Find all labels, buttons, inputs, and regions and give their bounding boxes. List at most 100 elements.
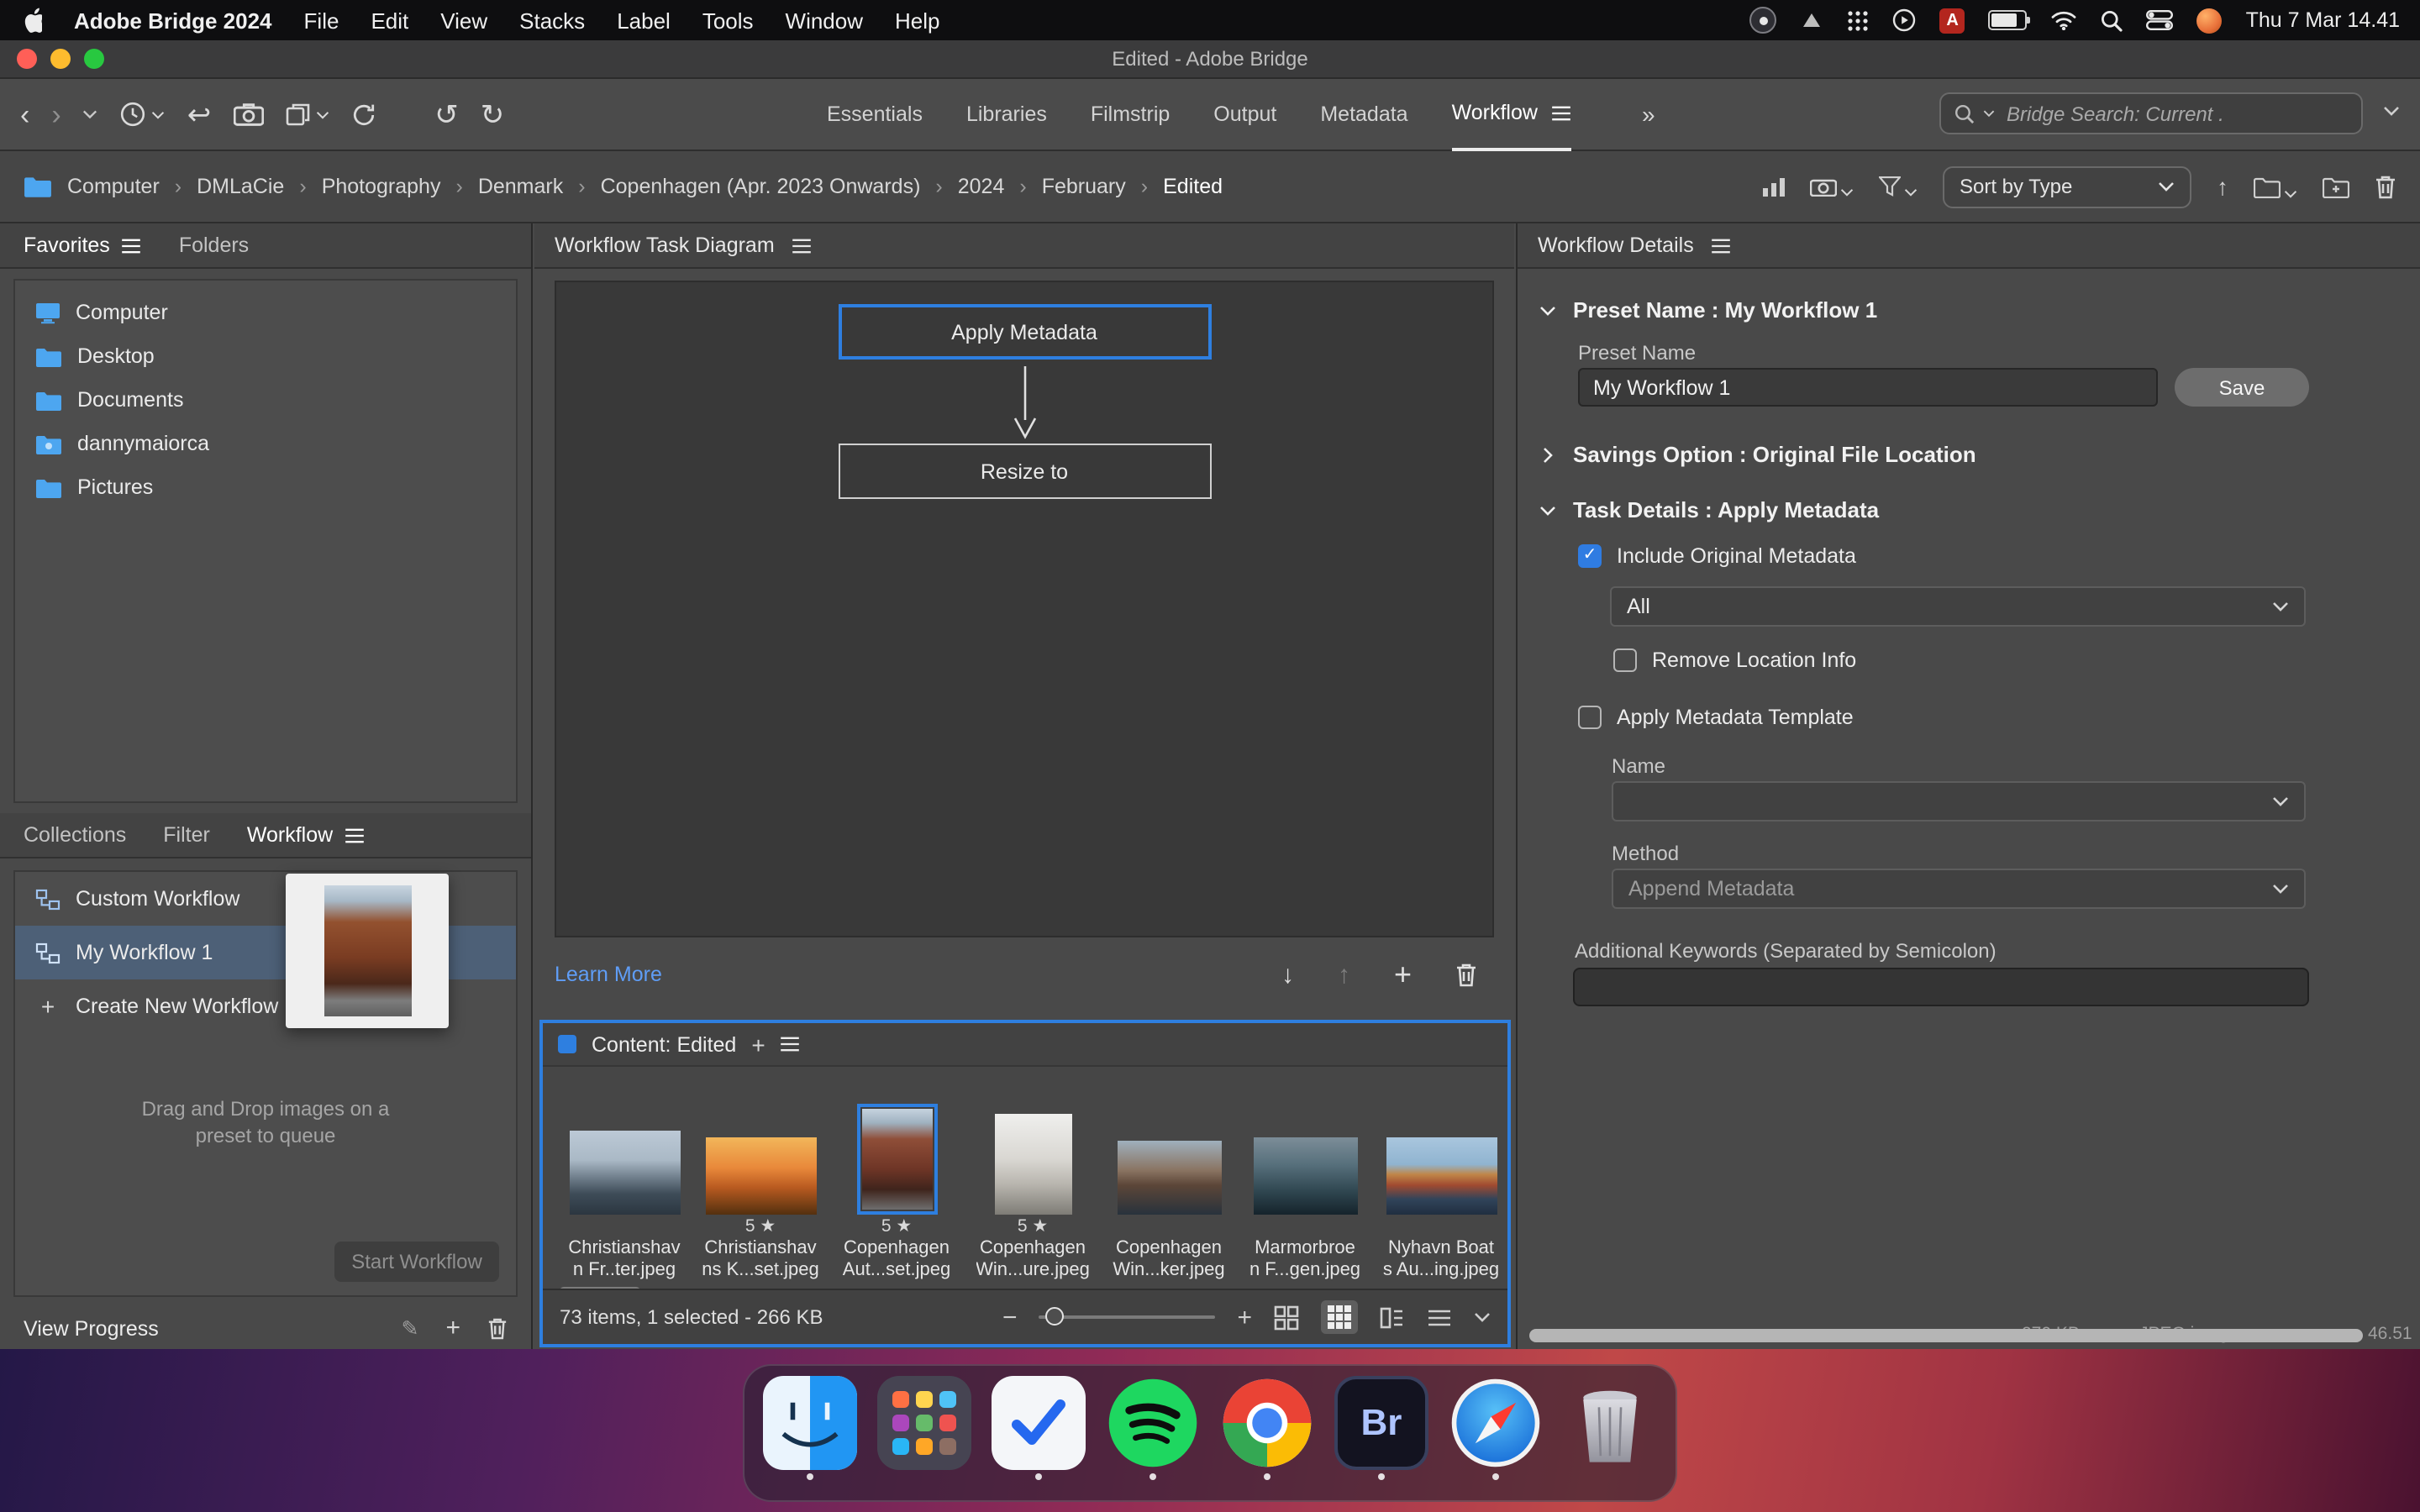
panel-menu-icon[interactable] <box>1711 238 1731 253</box>
panel-menu-icon[interactable] <box>122 238 142 253</box>
tab-workflow-panel[interactable]: Workflow <box>247 823 365 847</box>
tab-essentials[interactable]: Essentials <box>827 102 923 126</box>
search-options-chevron[interactable] <box>2383 106 2400 116</box>
panel-menu-icon[interactable] <box>792 238 812 253</box>
photo-thumbnail[interactable] <box>994 1114 1071 1215</box>
import-dropdown-button[interactable] <box>1810 176 1854 197</box>
favorites-item-documents[interactable]: Documents <box>15 378 516 422</box>
include-original-metadata-row[interactable]: ✓ Include Original Metadata <box>1578 544 1856 568</box>
forward-button[interactable]: › <box>51 100 60 129</box>
thumbnail-view-button-active[interactable] <box>1321 1300 1358 1334</box>
menubar-grid-icon[interactable] <box>1848 9 1870 31</box>
apple-menu[interactable] <box>20 7 42 34</box>
dock-spotify[interactable] <box>1106 1376 1200 1480</box>
preset-name-field[interactable] <box>1578 368 2158 407</box>
crumb-february[interactable]: February <box>1042 175 1126 198</box>
keywords-field[interactable] <box>1573 968 2309 1006</box>
tab-filter[interactable]: Filter <box>163 823 210 847</box>
menu-tools[interactable]: Tools <box>702 8 754 33</box>
sort-select[interactable]: Sort by Type <box>1943 165 2191 207</box>
tab-libraries[interactable]: Libraries <box>966 102 1047 126</box>
photo-thumbnail[interactable] <box>861 1109 932 1210</box>
dock-chrome[interactable] <box>1220 1376 1314 1480</box>
nav-history-chevron[interactable] <box>83 109 98 119</box>
menu-edit[interactable]: Edit <box>371 8 408 33</box>
crumb-denmark[interactable]: Denmark <box>478 175 563 198</box>
include-original-checkbox[interactable]: ✓ <box>1578 544 1602 568</box>
task-node-resize-to[interactable]: Resize to <box>838 444 1211 499</box>
grid-view-button[interactable] <box>1274 1305 1299 1330</box>
rotate-cw-button[interactable]: ↻ <box>481 100 505 129</box>
get-photos-camera-button[interactable] <box>233 102 263 126</box>
menu-help[interactable]: Help <box>895 8 940 33</box>
tab-collections[interactable]: Collections <box>24 823 126 847</box>
bridge-search-field[interactable] <box>1939 92 2363 134</box>
task-node-apply-metadata[interactable]: Apply Metadata <box>838 304 1211 360</box>
panel-menu-icon[interactable] <box>345 827 365 843</box>
learn-more-link[interactable]: Learn More <box>555 963 662 986</box>
dock-bridge[interactable]: Br <box>1334 1376 1428 1480</box>
delete-item-button[interactable] <box>2375 174 2396 199</box>
search-input[interactable] <box>2003 100 2348 127</box>
view-progress-label[interactable]: View Progress <box>24 1316 159 1340</box>
zoom-button[interactable] <box>84 49 104 69</box>
delete-preset-button[interactable] <box>487 1316 508 1340</box>
menubar-helm-icon[interactable] <box>1750 7 1777 34</box>
file-thumbnail[interactable]: Christianshav n Fr..ter.jpeg <box>556 1065 692 1285</box>
menu-view[interactable]: View <box>440 8 487 33</box>
control-center-icon[interactable] <box>2147 10 2174 30</box>
menubar-a-badge[interactable]: A <box>1940 8 1965 33</box>
template-method-dropdown[interactable]: Append Metadata <box>1612 869 2306 909</box>
thumbnail-size-slider[interactable] <box>1039 1315 1215 1319</box>
menu-stacks[interactable]: Stacks <box>519 8 585 33</box>
tab-favorites[interactable]: Favorites <box>24 234 142 257</box>
crumb-2024[interactable]: 2024 <box>958 175 1005 198</box>
tab-output[interactable]: Output <box>1213 102 1276 126</box>
dock-things[interactable] <box>992 1376 1086 1480</box>
tab-filmstrip[interactable]: Filmstrip <box>1091 102 1170 126</box>
remove-location-row[interactable]: Remove Location Info <box>1613 648 1856 672</box>
file-thumbnail[interactable]: Copenhagen Win...ker.jpeg <box>1101 1065 1237 1285</box>
menubar-play-icon[interactable] <box>1893 8 1917 32</box>
tab-workflow[interactable]: Workflow <box>1452 78 1571 150</box>
savings-option-section[interactable]: Savings Option : Original File Location <box>1539 442 1976 467</box>
menu-window[interactable]: Window <box>786 8 864 33</box>
photo-thumbnail[interactable] <box>1386 1137 1497 1215</box>
view-options-chevron[interactable] <box>1474 1312 1491 1322</box>
close-button[interactable] <box>17 49 37 69</box>
content-add-button[interactable]: + <box>751 1031 765 1058</box>
photo-thumbnail[interactable] <box>569 1131 680 1215</box>
file-thumbnail[interactable]: Marmorbroe n F...gen.jpeg <box>1237 1065 1373 1285</box>
list-view-button[interactable] <box>1427 1308 1452 1326</box>
menubar-app-name[interactable]: Adobe Bridge 2024 <box>74 8 272 33</box>
remove-location-checkbox[interactable] <box>1613 648 1637 672</box>
recent-files-button[interactable] <box>120 101 166 128</box>
crumb-edited[interactable]: Edited <box>1163 175 1223 198</box>
menubar-shape-icon[interactable] <box>1801 10 1824 30</box>
details-horizontal-scrollbar[interactable] <box>1529 1329 2363 1342</box>
new-folder-button[interactable] <box>2323 176 2349 197</box>
save-button[interactable]: Save <box>2175 368 2309 407</box>
dock-trash[interactable] <box>1563 1376 1657 1480</box>
minimize-button[interactable] <box>50 49 71 69</box>
tab-metadata[interactable]: Metadata <box>1320 102 1407 126</box>
menubar-clock[interactable]: Thu 7 Mar 14.41 <box>2246 8 2400 32</box>
crumb-dmlacie[interactable]: DMLaCie <box>197 175 284 198</box>
apply-template-row[interactable]: Apply Metadata Template <box>1578 706 1854 729</box>
spotlight-icon[interactable] <box>2102 9 2123 31</box>
move-task-down-button[interactable]: ↓ <box>1281 960 1294 989</box>
copy-to-button[interactable] <box>285 102 329 126</box>
search-scope-chevron[interactable] <box>1983 109 1995 118</box>
delete-task-button[interactable] <box>1455 962 1477 987</box>
refresh-button[interactable] <box>350 102 376 127</box>
rotate-ccw-button[interactable]: ↺ <box>434 100 459 129</box>
more-workspaces-button[interactable]: » <box>1642 101 1655 128</box>
workflow-diagram-canvas[interactable]: Apply Metadata Resize to <box>555 281 1494 937</box>
preset-name-input[interactable] <box>1578 368 2158 407</box>
back-button[interactable]: ‹ <box>20 100 29 129</box>
details-view-button[interactable] <box>1380 1306 1405 1328</box>
move-task-up-button[interactable]: ↑ <box>1338 960 1350 989</box>
panel-menu-icon[interactable] <box>781 1037 801 1052</box>
template-name-dropdown[interactable] <box>1612 781 2306 822</box>
favorites-item-dannymaiorca[interactable]: dannymaiorca <box>15 422 516 465</box>
